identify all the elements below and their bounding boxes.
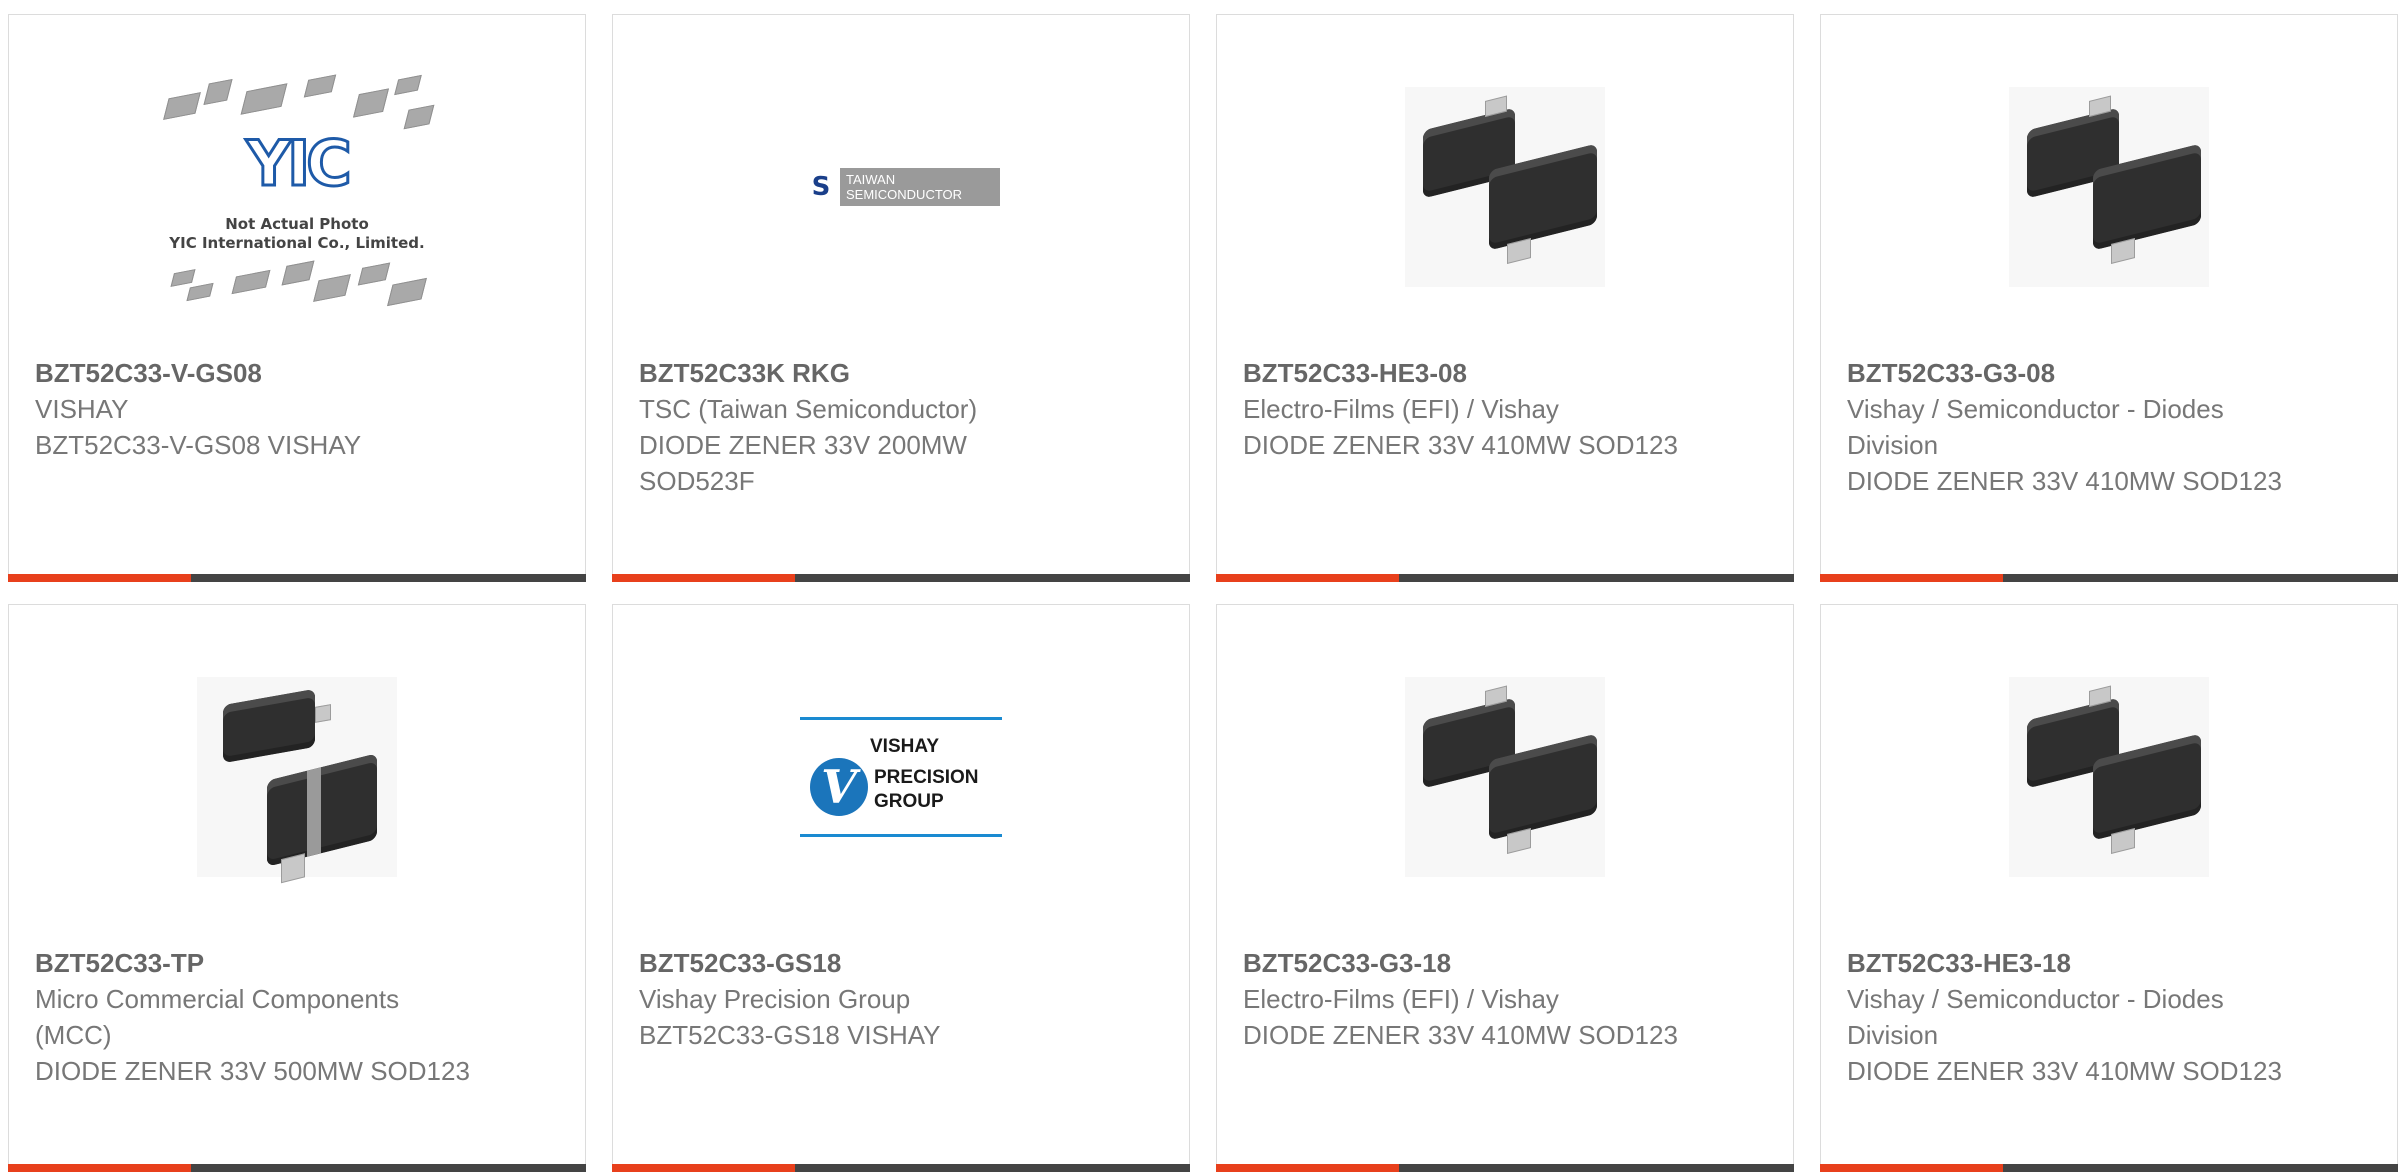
product-image[interactable]	[1217, 677, 1793, 877]
manufacturer: Micro Commercial Components (MCC)	[35, 984, 400, 1050]
part-number-link[interactable]: BZT52C33K RKG	[639, 355, 1079, 391]
card-bottom-bar	[1216, 574, 1794, 582]
description: DIODE ZENER 33V 200MW SOD523F	[639, 430, 967, 496]
manufacturer: Vishay / Semiconductor - Diodes Division	[1847, 984, 2224, 1050]
sod123-diode-package-photo	[1405, 677, 1605, 877]
product-info: BZT52C33-GS18 Vishay Precision Group BZT…	[639, 945, 1079, 1053]
description: DIODE ZENER 33V 410MW SOD123	[1847, 466, 2282, 496]
card-accent	[8, 574, 191, 582]
card-bottom-bar	[612, 574, 1190, 582]
image-caption-company: YIC International Co., Limited.	[169, 234, 425, 252]
product-info: BZT52C33-G3-18 Electro-Films (EFI) / Vis…	[1243, 945, 1683, 1053]
sod123-diode-package-photo	[2009, 677, 2209, 877]
card-bottom-bar	[8, 574, 586, 582]
vishay-precision-group-logo: V VISHAY PRECISION GROUP	[800, 717, 1002, 837]
description: DIODE ZENER 33V 500MW SOD123	[35, 1056, 470, 1086]
manufacturer: Electro-Films (EFI) / Vishay	[1243, 394, 1559, 424]
logo-line-2: PRECISION	[874, 767, 979, 788]
product-image[interactable]	[1217, 87, 1793, 287]
product-image[interactable]: S TAIWAN SEMICONDUCTOR	[613, 87, 1189, 287]
sod123-diode-package-photo	[2009, 87, 2209, 287]
card-bottom-bar	[612, 1164, 1190, 1172]
sod123-diode-package-photo	[1405, 87, 1605, 287]
logo-line-3: GROUP	[874, 791, 944, 812]
card-accent	[1820, 574, 2003, 582]
description: DIODE ZENER 33V 410MW SOD123	[1243, 1020, 1678, 1050]
logo-line-1: VISHAY	[870, 736, 939, 757]
card-bottom-bar	[1820, 1164, 2398, 1172]
product-image[interactable]: V VISHAY PRECISION GROUP	[613, 677, 1189, 877]
vishay-v-icon: V	[810, 758, 868, 816]
card-bottom-bar	[1820, 574, 2398, 582]
manufacturer: TSC (Taiwan Semiconductor)	[639, 394, 978, 424]
not-actual-photo-placeholder: YIC Not Actual Photo YIC International C…	[157, 67, 437, 307]
card-accent	[8, 1164, 191, 1172]
product-card[interactable]: BZT52C33-TP Micro Commercial Components …	[8, 604, 586, 1172]
sod123-diode-package-photo-mcc	[197, 677, 397, 884]
part-number-link[interactable]: BZT52C33-G3-08	[1847, 355, 2287, 391]
product-info: BZT52C33-G3-08 Vishay / Semiconductor - …	[1847, 355, 2287, 499]
description: DIODE ZENER 33V 410MW SOD123	[1847, 1056, 2282, 1086]
product-card[interactable]: YIC Not Actual Photo YIC International C…	[8, 14, 586, 582]
manufacturer: Electro-Films (EFI) / Vishay	[1243, 984, 1559, 1014]
part-number-link[interactable]: BZT52C33-V-GS08	[35, 355, 475, 391]
card-accent	[612, 574, 795, 582]
product-card[interactable]: BZT52C33-HE3-18 Vishay / Semiconductor -…	[1820, 604, 2398, 1172]
part-number-link[interactable]: BZT52C33-TP	[35, 945, 475, 981]
image-caption: Not Actual Photo	[225, 215, 369, 233]
part-number-link[interactable]: BZT52C33-GS18	[639, 945, 1079, 981]
product-info: BZT52C33-V-GS08 VISHAY BZT52C33-V-GS08 V…	[35, 355, 475, 463]
card-bottom-bar	[1216, 1164, 1794, 1172]
part-number-link[interactable]: BZT52C33-HE3-08	[1243, 355, 1683, 391]
yic-logo: YIC	[245, 127, 353, 200]
product-image[interactable]	[9, 677, 585, 884]
manufacturer: Vishay Precision Group	[639, 984, 911, 1014]
manufacturer: VISHAY	[35, 394, 129, 424]
product-info: BZT52C33-HE3-18 Vishay / Semiconductor -…	[1847, 945, 2287, 1089]
product-card[interactable]: S TAIWAN SEMICONDUCTOR BZT52C33K RKG TSC…	[612, 14, 1190, 582]
description: DIODE ZENER 33V 410MW SOD123	[1243, 430, 1678, 460]
part-number-link[interactable]: BZT52C33-HE3-18	[1847, 945, 2287, 981]
product-card[interactable]: V VISHAY PRECISION GROUP BZT52C33-GS18 V…	[612, 604, 1190, 1172]
manufacturer: Vishay / Semiconductor - Diodes Division	[1847, 394, 2224, 460]
product-image[interactable]: YIC Not Actual Photo YIC International C…	[9, 74, 585, 307]
description: BZT52C33-GS18 VISHAY	[639, 1020, 941, 1050]
product-image[interactable]	[1821, 677, 2397, 877]
card-bottom-bar	[8, 1164, 586, 1172]
logo-line-2: SEMICONDUCTOR	[846, 187, 963, 202]
product-card[interactable]: BZT52C33-G3-18 Electro-Films (EFI) / Vis…	[1216, 604, 1794, 1172]
card-accent	[1216, 574, 1399, 582]
product-image[interactable]	[1821, 87, 2397, 287]
product-card[interactable]: BZT52C33-HE3-08 Electro-Films (EFI) / Vi…	[1216, 14, 1794, 582]
product-card[interactable]: BZT52C33-G3-08 Vishay / Semiconductor - …	[1820, 14, 2398, 582]
product-info: BZT52C33-TP Micro Commercial Components …	[35, 945, 475, 1089]
product-info: BZT52C33-HE3-08 Electro-Films (EFI) / Vi…	[1243, 355, 1683, 463]
taiwan-semiconductor-logo: S TAIWAN SEMICONDUCTOR	[802, 168, 1000, 206]
card-accent	[1216, 1164, 1399, 1172]
logo-line-1: TAIWAN	[846, 172, 896, 187]
card-accent	[1820, 1164, 2003, 1172]
product-info: BZT52C33K RKG TSC (Taiwan Semiconductor)…	[639, 355, 1079, 499]
part-number-link[interactable]: BZT52C33-G3-18	[1243, 945, 1683, 981]
description: BZT52C33-V-GS08 VISHAY	[35, 430, 362, 460]
tsc-mark-icon: S	[802, 168, 840, 206]
card-accent	[612, 1164, 795, 1172]
